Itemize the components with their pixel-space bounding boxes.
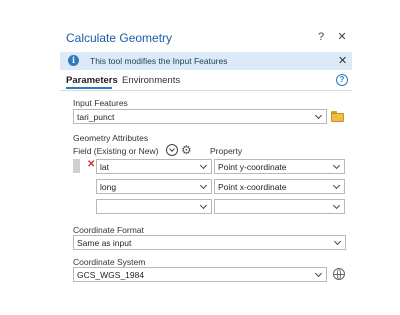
tab-divider [60,90,352,91]
chevron-down-icon [199,202,208,211]
geoprocessing-pane: Calculate Geometry ? ✕ i This tool modif… [60,24,352,290]
field-column-header: Field (Existing or New) [73,146,159,156]
chevron-down-icon [333,238,342,247]
geometry-attributes-label: Geometry Attributes [73,133,149,143]
tool-title: Calculate Geometry [66,31,173,45]
chevron-down-icon [332,162,341,171]
coordinate-system-value: GCS_WGS_1984 [77,270,145,280]
tab-strip: Parameters Environments ? [60,73,352,91]
coordinate-format-label: Coordinate Format [73,225,144,235]
close-pane-button[interactable]: ✕ [336,30,348,44]
remove-row-icon[interactable]: ✕ [87,159,95,170]
geometry-field-dropdown[interactable]: long [96,179,212,194]
chevron-down-icon [199,182,208,191]
chevron-down-icon [332,202,341,211]
geometry-property-value: Point x-coordinate [218,182,287,192]
coordinate-system-dropdown[interactable]: GCS_WGS_1984 [73,267,327,282]
input-features-label: Input Features [73,98,128,108]
chevron-down-icon [314,112,323,121]
info-icon: i [68,55,79,66]
tab-environments[interactable]: Environments [122,75,180,86]
geometry-field-value: lat [100,162,109,172]
geometry-field-value: long [100,182,117,192]
browse-folder-icon[interactable] [331,111,344,122]
expand-fields-icon[interactable] [166,144,178,156]
coordinate-format-dropdown[interactable]: Same as input [73,235,346,250]
dismiss-banner-button[interactable]: ✕ [338,54,347,67]
coordinate-system-label: Coordinate System [73,257,146,267]
title-bar: Calculate Geometry ? ✕ [60,24,352,50]
help-button[interactable]: ? [315,30,327,44]
tab-parameters[interactable]: Parameters [66,75,118,86]
input-features-dropdown[interactable]: tari_punct [73,109,327,124]
banner-message: This tool modifies the Input Features [90,56,228,66]
row-drag-handle[interactable] [73,159,80,173]
input-features-value: tari_punct [77,112,115,122]
chevron-down-icon [332,182,341,191]
geometry-field-dropdown[interactable]: lat [96,159,212,174]
chevron-down-icon [199,162,208,171]
geometry-property-value: Point y-coordinate [218,162,287,172]
gear-icon[interactable]: ⚙ [181,144,192,156]
property-column-header: Property [210,146,243,156]
tool-help-icon[interactable]: ? [336,74,348,86]
globe-icon[interactable] [333,268,345,280]
geometry-field-dropdown[interactable] [96,199,212,214]
coordinate-format-value: Same as input [77,238,132,248]
info-banner: i This tool modifies the Input Features … [60,52,352,70]
geometry-property-dropdown[interactable]: Point y-coordinate [214,159,345,174]
geometry-property-dropdown[interactable] [214,199,345,214]
chevron-down-icon [314,270,323,279]
geometry-property-dropdown[interactable]: Point x-coordinate [214,179,345,194]
active-tab-indicator [66,87,112,89]
